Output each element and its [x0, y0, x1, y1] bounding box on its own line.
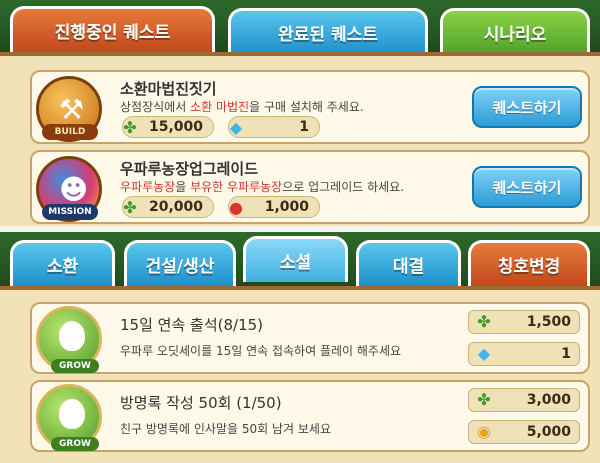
build-badge-label: BUILD [42, 124, 98, 140]
achievement-tab-bar: 소환 건설/생산 소셜 대결 칭호변경 [0, 232, 600, 286]
reward-value: 20,000 [148, 199, 203, 215]
tab-battle[interactable]: 대결 [356, 240, 461, 286]
tab-completed-quests[interactable]: 완료된 퀘스트 [228, 8, 428, 54]
quest-list: ⚒ BUILD 소환마법진짓기 상점장식에서 소환 마법진을 구매 설치해 주세… [0, 52, 600, 226]
clover-icon: ✤ [477, 312, 491, 331]
mission-badge-label: MISSION [42, 204, 98, 220]
reward-value: 3,000 [526, 392, 571, 408]
reward-value: 1 [561, 346, 571, 362]
grow-badge-label: GROW [51, 437, 99, 451]
character-icon: ☻ [59, 173, 89, 206]
clover-icon: ✤ [477, 390, 491, 409]
achievement-list: GROW 15일 연속 출석(8/15) 우파루 오딧세이를 15일 연속 접속… [0, 286, 600, 463]
achievement-card: GROW 15일 연속 출석(8/15) 우파루 오딧세이를 15일 연속 접속… [30, 302, 590, 374]
tab-in-progress-quests[interactable]: 진행중인 퀘스트 [10, 6, 215, 52]
grow-badge: GROW [36, 306, 102, 373]
reward-value: 1,500 [526, 314, 571, 330]
clover-icon: ✤ [123, 117, 137, 137]
tab-summon[interactable]: 소환 [10, 240, 115, 286]
reward-clover: ✤ 3,000 [468, 388, 580, 412]
reward-value: 15,000 [148, 119, 203, 135]
tab-title-change[interactable]: 칭호변경 [468, 240, 590, 286]
achievement-description: 우파루 오딧세이를 15일 연속 접속하여 플레이 해주세요 [120, 344, 402, 358]
reward-coin: ◉ 5,000 [468, 420, 580, 444]
reward-clover: ✤ 20,000 [122, 196, 214, 218]
reward-diamond: ◆ 1 [228, 116, 320, 138]
grow-badge: GROW [36, 384, 102, 451]
quest-description: 상점장식에서 소환 마법진을 구매 설치해 주세요. [120, 100, 364, 114]
quest-card-mission: ☻ MISSION 우파루농장업그레이드 우파루농장을 부유한 우파루농장으로 … [30, 150, 590, 224]
reward-value: 1 [299, 119, 309, 135]
coin-icon: ◉ [477, 422, 491, 441]
quest-description: 우파루농장을 부유한 우파루농장으로 업그레이드 하세요. [120, 180, 405, 194]
tab-build-produce[interactable]: 건설/생산 [124, 240, 236, 286]
quest-panel: 진행중인 퀘스트 완료된 퀘스트 시나리오 ⚒ BUILD 소환마법진짓기 상점… [0, 0, 600, 226]
sprout-icon [59, 321, 85, 351]
grow-badge-label: GROW [51, 359, 99, 373]
achievement-card: GROW 방명록 작성 50회 (1/50) 친구 방명록에 인사말을 50회 … [30, 380, 590, 452]
sprout-icon [59, 399, 85, 429]
clover-icon: ✤ [123, 197, 137, 217]
quest-title: 소환마법진짓기 [120, 80, 217, 98]
reward-value: 1,000 [264, 199, 309, 215]
reward-tomato: ● 1,000 [228, 196, 320, 218]
tab-scenario[interactable]: 시나리오 [440, 8, 590, 54]
achievement-description: 친구 방명록에 인사말을 50회 남겨 보세요 [120, 422, 331, 436]
achievement-panel: 소환 건설/생산 소셜 대결 칭호변경 GROW 15일 연속 출석(8/15)… [0, 232, 600, 463]
tomato-icon: ● [229, 197, 243, 217]
achievement-title: 방명록 작성 50회 (1/50) [120, 394, 282, 412]
diamond-icon: ◆ [229, 117, 243, 137]
achievement-title: 15일 연속 출석(8/15) [120, 316, 264, 334]
quest-go-button[interactable]: 퀘스트하기 [472, 166, 582, 208]
reward-diamond: ◆ 1 [468, 342, 580, 366]
reward-clover: ✤ 15,000 [122, 116, 214, 138]
tab-social[interactable]: 소셜 [243, 236, 348, 282]
quest-title: 우파루농장업그레이드 [120, 160, 259, 178]
reward-clover: ✤ 1,500 [468, 310, 580, 334]
quest-card-build: ⚒ BUILD 소환마법진짓기 상점장식에서 소환 마법진을 구매 설치해 주세… [30, 70, 590, 144]
quest-go-button[interactable]: 퀘스트하기 [472, 86, 582, 128]
diamond-icon: ◆ [477, 344, 491, 363]
hammer-icon: ⚒ [59, 93, 85, 126]
quest-tab-bar: 진행중인 퀘스트 완료된 퀘스트 시나리오 [0, 0, 600, 54]
reward-value: 5,000 [526, 424, 571, 440]
